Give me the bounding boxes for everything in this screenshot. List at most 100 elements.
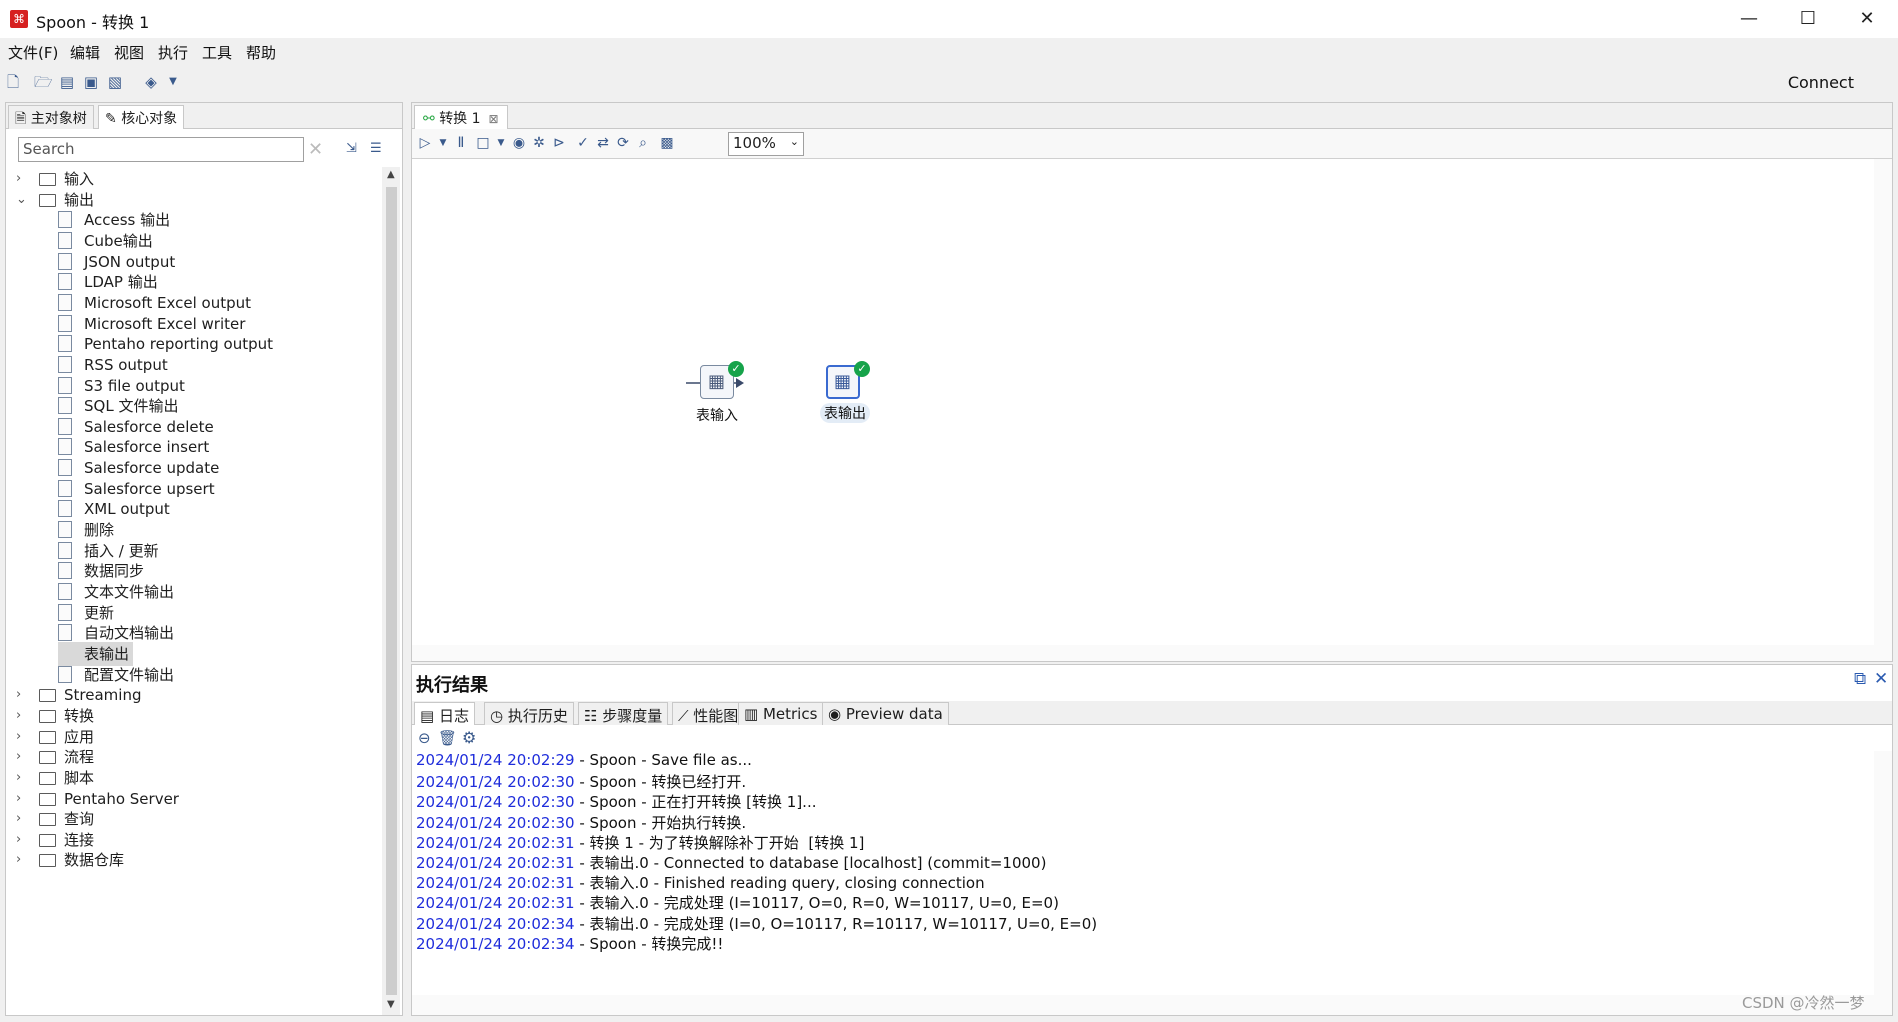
editor-toolbar: ▷ ▼ Ⅱ □ ▼ ◉ ✲ ⊳ ✓ ⇄ ⟳ ⌕ ▩ 100% ⌄	[412, 129, 1892, 159]
folder-icon	[39, 792, 56, 806]
trash-icon[interactable]: 🗑	[438, 729, 457, 747]
collapse-all-icon[interactable]: ☰	[370, 141, 382, 156]
tab-history[interactable]: ◷ 执行历史	[484, 702, 574, 725]
explore-db-icon[interactable]: ⌕	[634, 134, 652, 152]
popout-icon[interactable]: ⧉	[1854, 669, 1866, 689]
maximize-button[interactable]: ☐	[1779, 0, 1837, 38]
settings-gear-icon[interactable]: ⚙	[462, 728, 476, 747]
new-file-icon[interactable]: 🗋	[4, 73, 22, 91]
log-line: 2024/01/24 20:02:29 - Spoon - Save file …	[416, 751, 752, 771]
menu-run[interactable]: 执行	[158, 42, 188, 63]
log-timestamp: 2024/01/24 20:02:29	[416, 751, 575, 769]
stop-log-icon[interactable]: ⊖	[418, 729, 431, 747]
dropdown-arrow-icon[interactable]: ▼	[164, 73, 182, 91]
open-file-icon[interactable]: 🗁	[34, 73, 53, 91]
log-horizontal-scrollbar[interactable]	[412, 995, 1892, 1015]
show-results-icon[interactable]: ▩	[658, 134, 676, 152]
step-icon	[58, 603, 72, 621]
log-timestamp: 2024/01/24 20:02:30	[416, 773, 575, 792]
transformation-canvas[interactable]: ▦ ✓ 表输入 ▦ ✓ 表输出	[412, 159, 1874, 645]
log-line: 2024/01/24 20:02:31 - 转换 1 - 为了转换解除补丁开始 …	[416, 832, 864, 852]
step-label: 表输入	[696, 408, 738, 424]
debug-icon[interactable]: ✲	[530, 134, 548, 152]
step-ok-check-icon: ✓	[728, 361, 744, 377]
pencil-icon: ✎	[105, 111, 122, 127]
tab-performance[interactable]: ⟋ 性能图	[672, 702, 745, 725]
transformation-editor: ⚯ 转换 1 ⊠ ▷ ▼ Ⅱ □ ▼ ◉ ✲ ⊳ ✓ ⇄ ⟳ ⌕ ▩ 100% ⌄ …	[411, 102, 1893, 662]
step-icon	[58, 355, 72, 373]
stop-dropdown-icon[interactable]: ▼	[492, 134, 510, 152]
tree-scrollbar-thumb[interactable]	[386, 187, 397, 995]
menu-file[interactable]: 文件(F)	[8, 42, 58, 63]
folder-icon	[39, 751, 56, 765]
log-output[interactable]: 2024/01/24 20:02:29 - Spoon - Save file …	[414, 751, 1874, 995]
log-timestamp: 2024/01/24 20:02:30	[416, 813, 575, 832]
pause-icon[interactable]: Ⅱ	[452, 134, 470, 152]
close-button[interactable]: ✕	[1838, 0, 1896, 38]
table-input-icon: ▦	[708, 371, 726, 392]
run-icon[interactable]: ▷	[416, 134, 434, 152]
minimize-button[interactable]: —	[1720, 0, 1778, 38]
tab-step-metrics[interactable]: ☷ 步骤度量	[578, 702, 669, 725]
canvas-vertical-scrollbar[interactable]	[1874, 159, 1892, 645]
sql-icon[interactable]: ⟳	[614, 134, 632, 152]
tree-folder[interactable]: › 数据仓库	[6, 848, 382, 872]
close-tab-icon[interactable]: ⊠	[489, 112, 499, 126]
menu-help[interactable]: 帮助	[246, 42, 276, 63]
clear-search-icon[interactable]: ✕	[308, 139, 323, 160]
log-line: 2024/01/24 20:02:30 - Spoon - 转换已经打开.	[416, 771, 746, 791]
log-message: - Spoon - 正在打开转换 [转换 1]...	[574, 793, 817, 812]
tab-core-objects[interactable]: ✎ 核心对象	[98, 105, 185, 129]
verify-icon[interactable]: ✓	[574, 134, 592, 152]
log-message: - 表输出.0 - 完成处理 (I=0, O=10117, R=10117, W…	[574, 914, 1098, 933]
layers-icon[interactable]: ◈	[142, 73, 160, 91]
step-icon	[58, 376, 72, 394]
tab-log[interactable]: ▤ 日志	[414, 702, 475, 725]
step-icon	[58, 665, 72, 683]
menu-edit[interactable]: 编辑	[70, 42, 100, 63]
close-panel-icon[interactable]: ✕	[1874, 669, 1888, 689]
connect-button[interactable]: Connect	[1788, 73, 1854, 92]
step-icon	[58, 459, 72, 477]
step-metrics-icon: ☷	[584, 707, 603, 725]
menu-view[interactable]: 视图	[114, 42, 144, 63]
zoom-select[interactable]: 100% ⌄	[728, 132, 804, 156]
log-vertical-scrollbar[interactable]	[1874, 751, 1892, 995]
scroll-down-icon[interactable]: ▼	[387, 999, 395, 1010]
save-icon[interactable]: ▣	[82, 73, 100, 91]
watermark: CSDN @冷然一梦	[1742, 994, 1865, 1012]
step-icon	[58, 562, 72, 580]
performance-chart-icon: ⟋	[678, 707, 694, 725]
canvas-horizontal-scrollbar[interactable]	[412, 645, 1892, 661]
search-input[interactable]: Search	[18, 137, 304, 162]
log-line: 2024/01/24 20:02:31 - 表输出.0 - Connected …	[416, 852, 1046, 872]
tab-preview-data[interactable]: ◉ Preview data	[822, 702, 949, 725]
run-dropdown-icon[interactable]: ▼	[434, 134, 452, 152]
chevron-down-icon: ⌄	[789, 135, 799, 148]
replay-icon[interactable]: ⊳	[550, 134, 568, 152]
impact-icon[interactable]: ⇄	[594, 134, 612, 152]
tab-metrics[interactable]: ▥ Metrics	[738, 702, 824, 725]
log-line: 2024/01/24 20:02:30 - Spoon - 正在打开转换 [转换…	[416, 791, 816, 811]
log-message: - Spoon - 开始执行转换.	[574, 813, 747, 832]
log-timestamp: 2024/01/24 20:02:30	[416, 793, 575, 812]
scroll-up-icon[interactable]: ▲	[387, 169, 395, 180]
log-timestamp: 2024/01/24 20:02:31	[416, 874, 575, 893]
log-icon: ▤	[420, 707, 439, 725]
stop-icon[interactable]: □	[474, 134, 492, 152]
step-icon	[58, 231, 72, 249]
log-message: - 表输出.0 - Connected to database [localho…	[574, 854, 1047, 872]
preview-icon[interactable]: ◉	[510, 134, 528, 152]
explore-repository-icon[interactable]: ▤	[58, 73, 76, 91]
save-as-icon[interactable]: ▧	[106, 73, 124, 91]
folder-icon	[39, 833, 56, 847]
folder-icon	[39, 813, 56, 827]
expand-all-icon[interactable]: ⇲	[346, 141, 357, 156]
step-icon	[58, 541, 72, 559]
menu-tools[interactable]: 工具	[202, 42, 232, 63]
tab-transformation-1[interactable]: ⚯ 转换 1 ⊠	[414, 105, 508, 129]
log-line: 2024/01/24 20:02:34 - 表输出.0 - 完成处理 (I=0,…	[416, 913, 1097, 933]
history-icon: ◷	[490, 707, 508, 725]
tab-main-tree[interactable]: 🗎 主对象树	[8, 105, 94, 129]
chevron-right-icon[interactable]: ›	[16, 848, 30, 872]
